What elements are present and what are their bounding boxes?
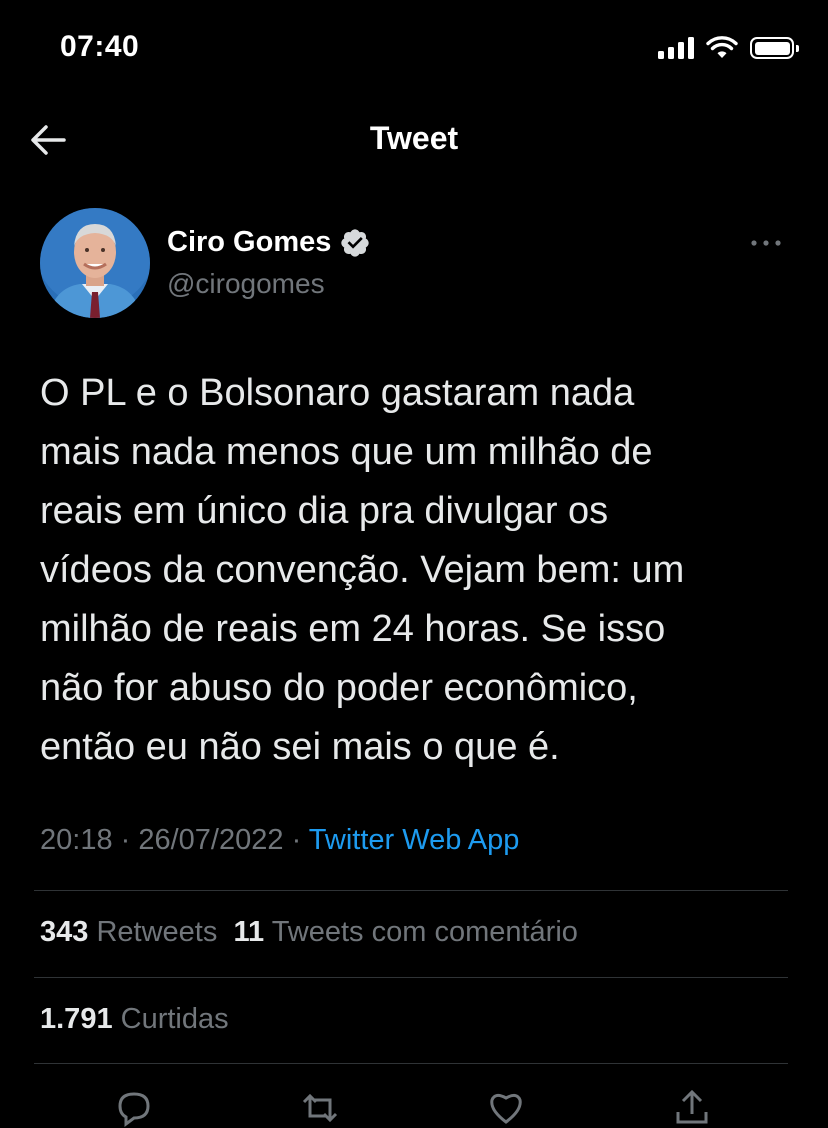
retweets-label: Retweets bbox=[96, 916, 218, 948]
likes-stat[interactable]: 1.791 Curtidas bbox=[40, 1003, 229, 1035]
retweet-icon[interactable] bbox=[300, 1088, 340, 1128]
more-button[interactable] bbox=[746, 228, 786, 258]
more-icon bbox=[751, 240, 781, 246]
meta-separator: · bbox=[283, 824, 309, 856]
signal-icon bbox=[658, 37, 694, 59]
avatar-image bbox=[40, 208, 150, 318]
quotes-label: Tweets com comentário bbox=[271, 916, 578, 948]
battery-icon bbox=[750, 37, 799, 59]
divider bbox=[34, 890, 788, 891]
avatar[interactable] bbox=[40, 208, 150, 318]
tweet-text: O PL e o Bolsonaro gastaram nada mais na… bbox=[40, 372, 685, 768]
retweets-stat[interactable]: 343 Retweets bbox=[40, 916, 217, 948]
tweet-source-link[interactable]: Twitter Web App bbox=[309, 824, 520, 856]
share-icon[interactable] bbox=[672, 1088, 712, 1128]
likes-count: 1.791 bbox=[40, 1003, 113, 1035]
status-icons bbox=[658, 36, 799, 60]
page-title: Tweet bbox=[369, 120, 459, 156]
divider bbox=[34, 977, 788, 978]
status-bar: 07:40 bbox=[0, 0, 828, 100]
retweets-count: 343 bbox=[40, 916, 89, 948]
meta-separator: · bbox=[112, 824, 139, 856]
tweet-time: 20:18 bbox=[40, 824, 113, 856]
header: Tweet bbox=[0, 110, 828, 170]
tweet-date: 26/07/2022 bbox=[138, 824, 284, 856]
quote-tweets-stat[interactable]: 11 Tweets com comentário bbox=[233, 916, 577, 948]
status-time: 07:40 bbox=[60, 30, 140, 63]
author-handle: @cirogomes bbox=[167, 268, 325, 299]
author-name[interactable]: Ciro Gomes bbox=[167, 226, 331, 259]
likes-label: Curtidas bbox=[120, 1003, 229, 1035]
quotes-count: 11 bbox=[233, 916, 265, 948]
wifi-icon bbox=[706, 36, 738, 58]
action-bar bbox=[0, 1080, 828, 1127]
likes-row: 1.791 Curtidas bbox=[40, 1003, 229, 1036]
like-icon[interactable] bbox=[486, 1088, 526, 1128]
reply-icon[interactable] bbox=[114, 1088, 154, 1128]
divider bbox=[34, 1063, 788, 1064]
name-row: Ciro Gomes bbox=[167, 226, 371, 259]
verified-badge-icon bbox=[341, 228, 370, 257]
tweet-meta: 20:18 · 26/07/2022 · Twitter Web App bbox=[40, 824, 519, 857]
tweet-author: Ciro Gomes @cirogomes bbox=[40, 208, 790, 320]
engagement-row: 343 Retweets 11 Tweets com comentário bbox=[40, 916, 578, 949]
